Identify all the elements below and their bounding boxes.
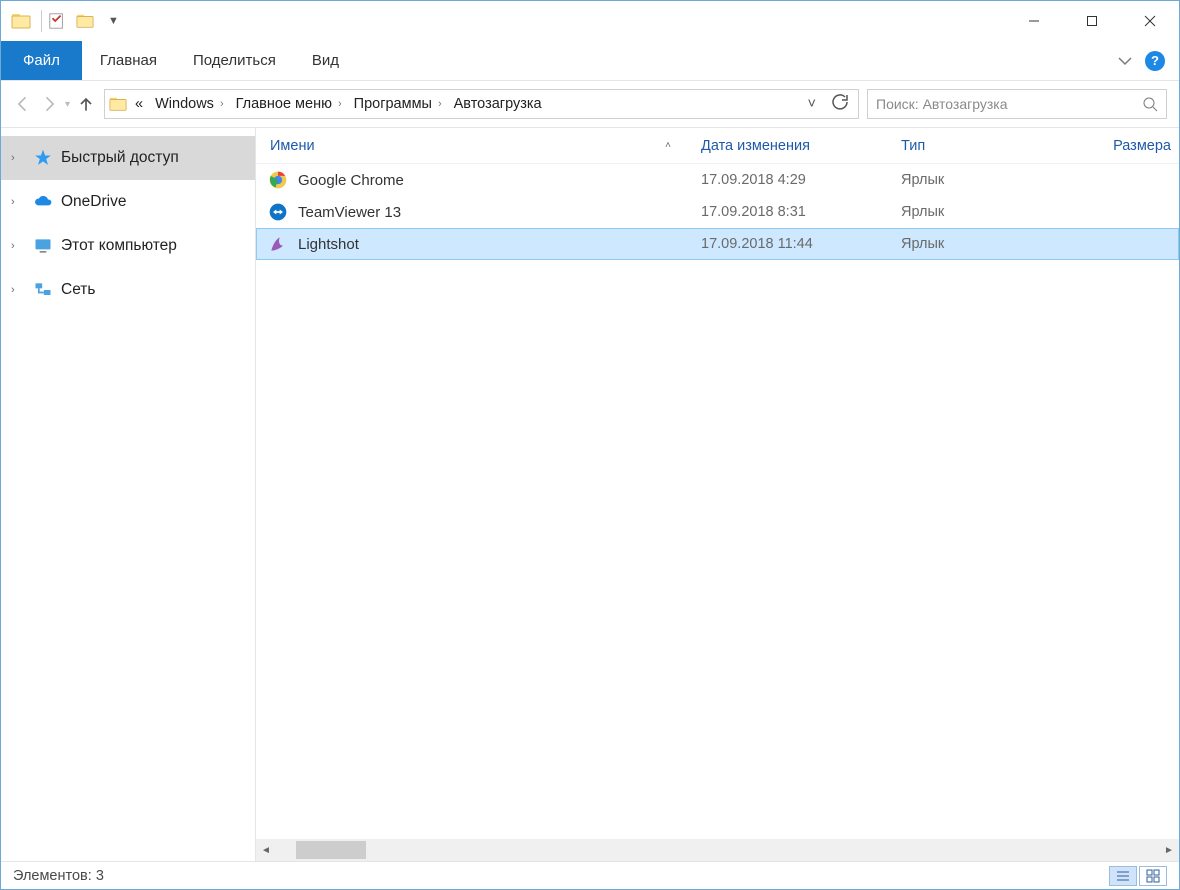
explorer-window: ▼ Файл Главная Поделиться Вид ? ▾ « Wind… [0,0,1180,890]
quick-access-toolbar: ▼ [48,12,119,30]
scroll-thumb[interactable] [296,841,366,859]
tab-home[interactable]: Главная [82,41,175,80]
scroll-right-icon[interactable]: ► [1159,845,1179,856]
expand-icon[interactable]: › [11,152,25,164]
back-button[interactable] [13,94,33,114]
view-thumbnails-button[interactable] [1139,866,1167,886]
nav-buttons: ▾ [13,94,96,114]
sidebar-item-label: OneDrive [61,193,126,211]
close-button[interactable] [1121,1,1179,41]
expand-icon[interactable]: › [11,196,25,208]
view-toggles [1109,866,1167,886]
chevron-right-icon: › [338,98,342,110]
file-date: 17.09.2018 11:44 [701,236,901,252]
status-count: 3 [96,868,104,884]
sidebar-item-this-pc[interactable]: › Этот компьютер [1,224,255,268]
chevron-right-icon: › [220,98,224,110]
address-bar[interactable]: « Windows› Главное меню› Программы› Авто… [104,89,859,119]
file-type: Ярлык [901,236,1101,252]
file-type: Ярлык [901,204,1101,220]
file-name: Lightshot [298,236,359,253]
chevron-right-icon: › [438,98,442,110]
file-name: Google Chrome [298,172,404,189]
file-date: 17.09.2018 8:31 [701,204,901,220]
new-folder-icon[interactable] [76,12,94,30]
column-header-size[interactable]: Размера [1101,138,1179,154]
separator [41,10,42,32]
pc-icon [33,236,53,256]
column-header-name[interactable]: Имени ˄ [256,138,701,154]
breadcrumb-item[interactable]: Windows› [151,96,228,112]
file-list: Google Chrome 17.09.2018 4:29 Ярлык Team… [256,164,1179,839]
column-header-date[interactable]: Дата изменения [701,138,901,154]
view-details-button[interactable] [1109,866,1137,886]
column-headers: Имени ˄ Дата изменения Тип Размера [256,128,1179,164]
sidebar-item-label: Этот компьютер [61,237,177,255]
search-icon[interactable] [1142,96,1158,112]
teamviewer-icon [268,202,288,222]
scroll-left-icon[interactable]: ◄ [256,845,276,856]
network-icon [33,280,53,300]
chrome-icon [268,170,288,190]
properties-icon[interactable] [48,12,66,30]
address-dropdown-icon[interactable]: ˅ [802,96,822,112]
content-pane: Имени ˄ Дата изменения Тип Размера Googl… [256,128,1179,861]
file-row[interactable]: TeamViewer 13 17.09.2018 8:31 Ярлык [256,196,1179,228]
sidebar-item-label: Быстрый доступ [61,149,179,167]
qat-dropdown-icon[interactable]: ▼ [108,15,119,27]
ribbon: Файл Главная Поделиться Вид ? [1,41,1179,81]
sidebar-item-network[interactable]: › Сеть [1,268,255,312]
folder-icon [11,11,31,31]
breadcrumb-item[interactable]: Главное меню› [232,96,346,112]
file-row[interactable]: Google Chrome 17.09.2018 4:29 Ярлык [256,164,1179,196]
star-icon [33,148,53,168]
forward-button[interactable] [39,94,59,114]
help-button[interactable]: ? [1145,51,1165,71]
body: › Быстрый доступ › OneDrive › Этот компь… [1,127,1179,861]
sidebar-item-onedrive[interactable]: › OneDrive [1,180,255,224]
horizontal-scrollbar[interactable]: ◄ ► [256,839,1179,861]
file-type: Ярлык [901,172,1101,188]
folder-icon [109,95,127,113]
breadcrumb-item[interactable]: Программы› [350,96,446,112]
window-controls [1005,1,1179,41]
sidebar-item-label: Сеть [61,281,95,299]
file-date: 17.09.2018 4:29 [701,172,901,188]
breadcrumb-item[interactable]: Автозагрузка [450,96,546,112]
titlebar: ▼ [1,1,1179,41]
sidebar-item-quick-access[interactable]: › Быстрый доступ [1,136,255,180]
expand-icon[interactable]: › [11,284,25,296]
tab-view[interactable]: Вид [294,41,357,80]
ribbon-collapse-icon[interactable] [1117,53,1133,69]
onedrive-icon [33,192,53,212]
file-row[interactable]: Lightshot 17.09.2018 11:44 Ярлык [256,228,1179,260]
file-name: TeamViewer 13 [298,204,401,221]
sort-asc-icon: ˄ [665,140,671,151]
lightshot-icon [268,234,288,254]
tab-file[interactable]: Файл [1,41,82,80]
search-input[interactable] [876,96,1142,112]
navigation-pane: › Быстрый доступ › OneDrive › Этот компь… [1,128,256,861]
expand-icon[interactable]: › [11,240,25,252]
status-bar: Элементов: 3 [1,861,1179,889]
maximize-button[interactable] [1063,1,1121,41]
breadcrumb-prefix: « [131,96,147,112]
column-header-type[interactable]: Тип [901,138,1101,154]
refresh-button[interactable] [826,94,854,114]
navigation-row: ▾ « Windows› Главное меню› Программы› Ав… [1,81,1179,127]
tab-share[interactable]: Поделиться [175,41,294,80]
minimize-button[interactable] [1005,1,1063,41]
recent-dropdown-icon[interactable]: ▾ [65,99,70,110]
search-box[interactable] [867,89,1167,119]
status-label: Элементов: [13,868,92,884]
up-button[interactable] [76,94,96,114]
